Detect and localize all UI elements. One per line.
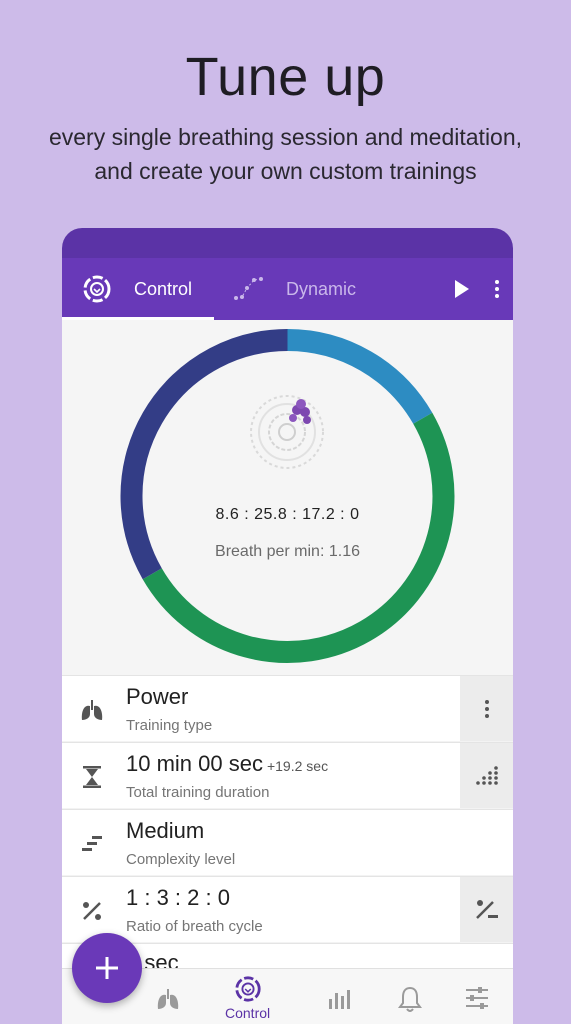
breath-circle-icon	[234, 976, 261, 1002]
sliders-icon	[466, 987, 488, 1009]
ring-chart	[120, 329, 455, 663]
ring-segment-inhale	[287, 329, 433, 424]
promo-subline-1: every single breathing session and medit…	[48, 124, 523, 150]
ratio-values: 8.6 : 25.8 : 17.2 : 0	[215, 506, 360, 523]
app-bar: Control Dynamic	[62, 258, 513, 320]
breath-circle-icon	[83, 275, 111, 303]
hourglass-icon	[83, 766, 101, 788]
training-type-caption: Training type	[126, 717, 213, 734]
plus-icon	[96, 957, 118, 979]
nav-item-control[interactable]: Control	[225, 975, 270, 1021]
phone-screen: Control Dynamic 8.6: 25.8: 17.2: 0 Br…	[62, 228, 513, 1024]
bell-icon	[398, 986, 422, 1012]
dynamic-graph-icon	[234, 277, 263, 300]
nav-item-statistics[interactable]	[327, 987, 355, 1011]
setting-row-ratio[interactable]: 1 : 3 : 2 : 0 Ratio of breath cycle	[62, 876, 513, 942]
setting-row-complexity[interactable]: Medium Complexity level	[62, 809, 513, 875]
setting-row-duration[interactable]: 10 min 00 sec +19.2 sec Total training du…	[62, 742, 513, 808]
nav-item-control-label: Control	[225, 1005, 271, 1021]
lungs-icon	[81, 700, 103, 720]
nav-item-reminders[interactable]	[397, 985, 423, 1013]
lungs-icon	[157, 989, 179, 1009]
ratio-caption: Ratio of breath cycle	[126, 918, 263, 935]
add-fab-button[interactable]	[72, 933, 142, 1003]
play-icon[interactable]	[455, 280, 469, 298]
complexity-value: Medium	[126, 818, 205, 843]
duration-extra: +19.2 sec	[266, 758, 329, 774]
breath-per-min: Breath per min: 1.16	[215, 543, 360, 560]
duration-edit-button[interactable]	[460, 743, 513, 808]
percent-icon	[475, 899, 498, 919]
tab-dynamic[interactable]: Dynamic	[214, 258, 356, 320]
ring-segment-hold	[142, 412, 455, 663]
promo-subline-2: and create your own custom trainings	[94, 158, 477, 184]
tab-control-label: Control	[134, 278, 193, 299]
duration-caption: Total training duration	[126, 784, 270, 801]
ratio-edit-button[interactable]	[460, 877, 513, 942]
nav-item-settings[interactable]	[464, 985, 490, 1011]
bar-chart-icon	[329, 990, 350, 1009]
steps-icon	[82, 836, 102, 851]
mandala-icon	[250, 395, 324, 469]
setting-row-training-type[interactable]: Power Training type	[62, 675, 513, 741]
duration-value: 10 min 00 sec +19.2 sec	[126, 751, 329, 776]
dot-grid-icon	[475, 765, 498, 785]
ring-segment-exhale	[120, 329, 288, 580]
complexity-caption: Complexity level	[126, 851, 236, 868]
status-bar	[62, 228, 513, 258]
percent-icon	[83, 902, 101, 920]
promo-headline: Tune up	[185, 47, 386, 107]
nav-item-lungs[interactable]	[154, 987, 182, 1013]
training-type-more-button[interactable]	[460, 676, 513, 741]
more-vert-icon	[484, 699, 489, 718]
tab-dynamic-label: Dynamic	[286, 278, 357, 299]
more-vert-icon[interactable]	[495, 280, 499, 298]
training-type-value: Power	[126, 684, 189, 709]
ratio-value: 1 : 3 : 2 : 0	[126, 885, 230, 910]
breath-cycle-ring: 8.6 : 25.8 : 17.2 : 0 Breath per min: 1.…	[62, 320, 513, 675]
tab-control[interactable]: Control	[62, 258, 214, 320]
